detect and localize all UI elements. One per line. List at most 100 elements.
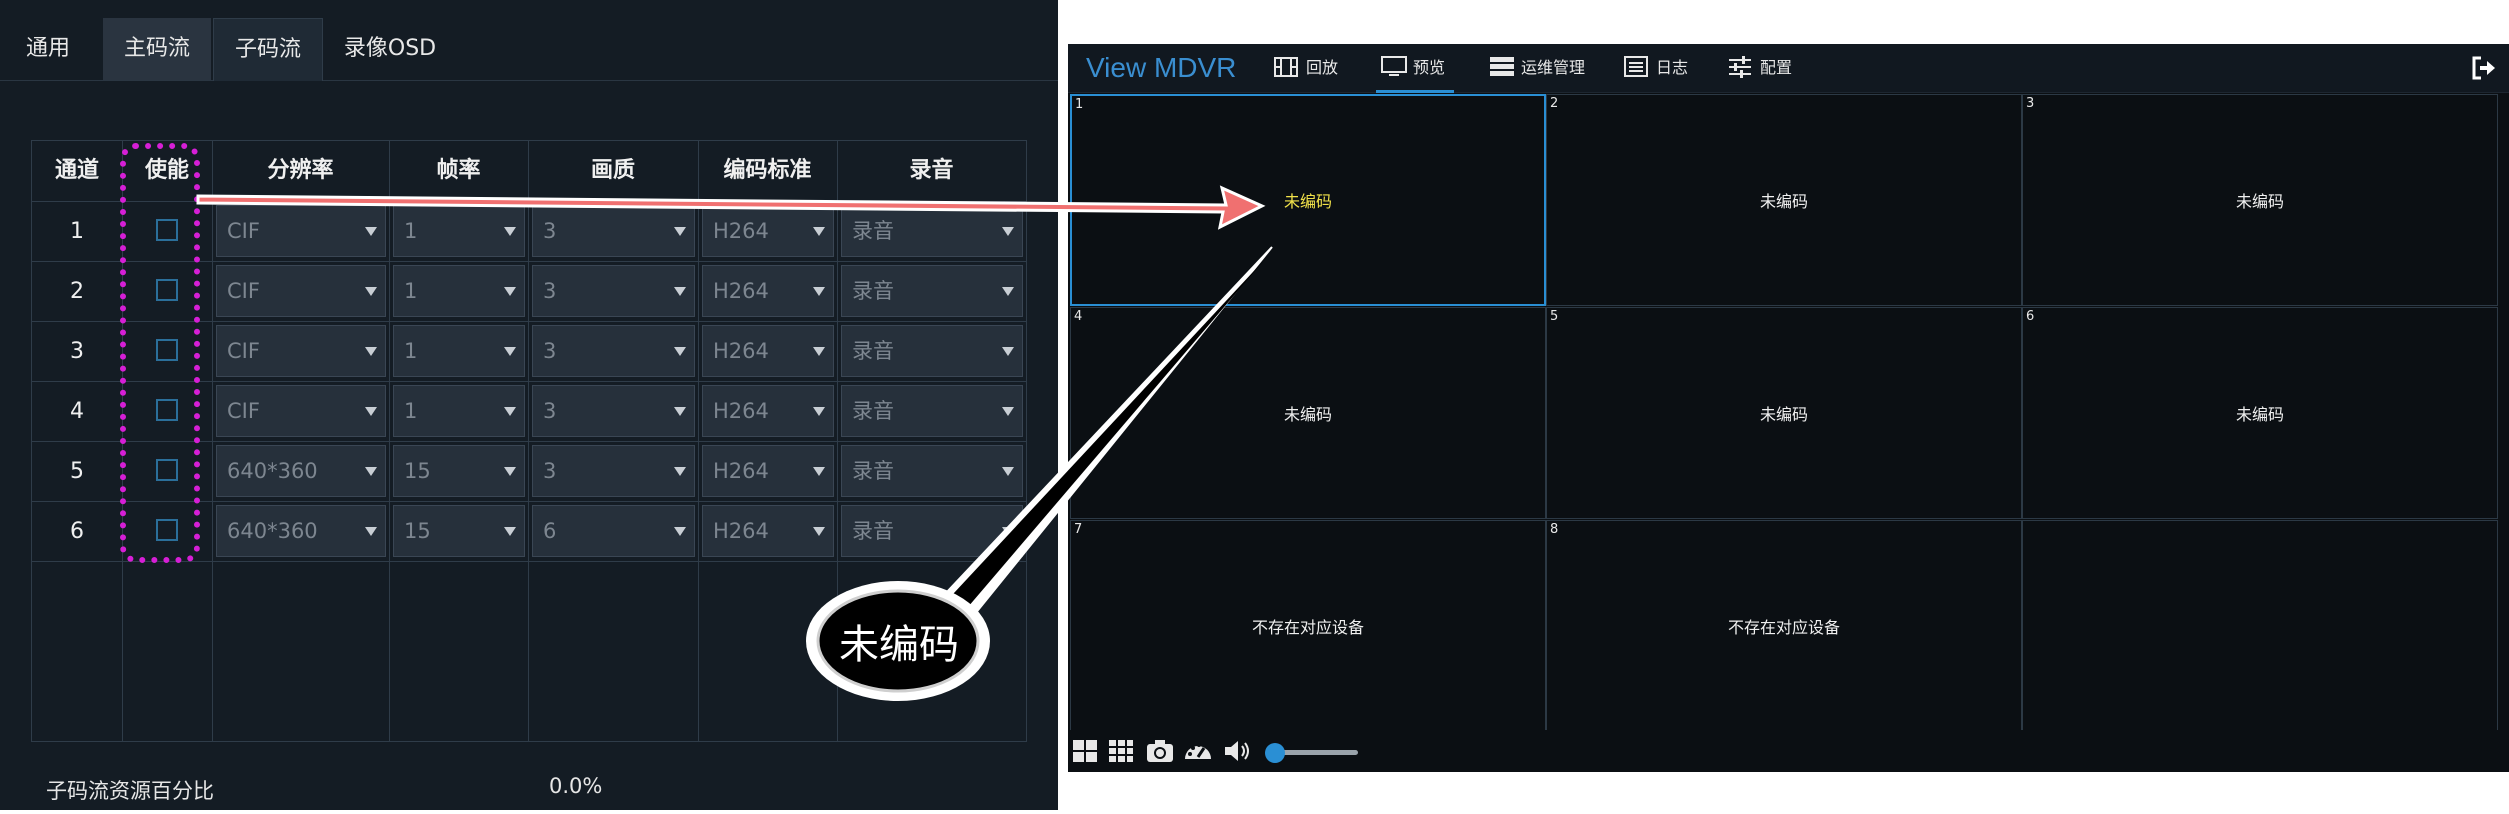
channel-number: 2 (70, 279, 84, 304)
camera-icon[interactable] (1146, 739, 1174, 763)
tab-main-stream[interactable]: 主码流 (103, 18, 211, 80)
framerate-select[interactable]: 1 (393, 265, 525, 317)
quality-select[interactable]: 3 (532, 445, 695, 497)
dropdown-arrow-icon (674, 467, 686, 476)
header-quality: 画质 (590, 158, 635, 183)
quality-select[interactable]: 3 (532, 325, 695, 377)
video-cell-status (2023, 521, 2497, 731)
quality-select[interactable]: 6 (532, 505, 695, 557)
video-cell-status: 未编码 (1759, 192, 1808, 211)
encoding-select-value: H264 (713, 459, 769, 483)
dropdown-arrow-icon (365, 347, 377, 356)
framerate-select-value: 15 (404, 519, 431, 543)
audio-select[interactable]: 录音 (841, 445, 1023, 497)
encoding-select[interactable]: H264 (702, 325, 834, 377)
quality-select[interactable]: 3 (532, 385, 695, 437)
video-cell[interactable]: 2 未编码 (1546, 94, 2022, 306)
tab-record-osd[interactable]: 录像OSD (330, 18, 450, 80)
encoding-select-value: H264 (713, 219, 769, 243)
framerate-select[interactable]: 1 (393, 385, 525, 437)
header-framerate: 帧率 (436, 158, 481, 183)
framerate-select-value: 1 (404, 339, 418, 363)
video-cell[interactable]: 5 未编码 (1546, 307, 2022, 519)
nav-preview-label: 预览 (1413, 58, 1446, 77)
mdvr-app: View MDVR 回放 预览 运维管理 日志 配置 1 未编码 2 未编码 3… (1068, 44, 2509, 772)
audio-select[interactable]: 录音 (841, 325, 1023, 377)
framerate-select[interactable]: 1 (393, 205, 525, 257)
audio-select[interactable]: 录音 (841, 505, 1023, 557)
dropdown-arrow-icon (365, 527, 377, 536)
logout-icon[interactable] (2471, 55, 2497, 81)
audio-select-value: 录音 (852, 399, 894, 423)
config-panel: 通用 主码流 子码流 录像OSD 通道 使能 分辨率 帧率 画质 编码标准 录音… (0, 0, 1058, 810)
resource-percent-label: 子码流资源百分比 (46, 779, 214, 803)
nav-log[interactable]: 日志 (1624, 44, 1704, 92)
nav-playback[interactable]: 回放 (1274, 44, 1354, 92)
audio-select-value: 录音 (852, 519, 894, 543)
tab-general[interactable]: 通用 (8, 18, 88, 80)
channel-number: 6 (70, 519, 84, 544)
video-cell[interactable]: 3 未编码 (2022, 94, 2498, 306)
quality-select-value: 6 (543, 519, 557, 543)
quality-select-value: 3 (543, 279, 557, 303)
encoding-select[interactable]: H264 (702, 445, 834, 497)
header-channel: 通道 (54, 158, 99, 183)
quality-select[interactable]: 3 (532, 205, 695, 257)
encoding-select[interactable]: H264 (702, 265, 834, 317)
audio-select[interactable]: 录音 (841, 385, 1023, 437)
top-nav: View MDVR 回放 预览 运维管理 日志 配置 (1068, 44, 2509, 93)
audio-select-value: 录音 (852, 459, 894, 483)
film-icon (1274, 57, 1298, 77)
grid-4-icon[interactable] (1072, 739, 1098, 763)
framerate-select[interactable]: 15 (393, 505, 525, 557)
dropdown-arrow-icon (813, 287, 825, 296)
nav-log-label: 日志 (1656, 58, 1689, 77)
framerate-select[interactable]: 1 (393, 325, 525, 377)
quality-select-value: 3 (543, 399, 557, 423)
channel-number: 1 (70, 219, 84, 244)
dropdown-arrow-icon (1002, 287, 1014, 296)
nav-preview[interactable]: 预览 (1381, 44, 1461, 92)
framerate-select[interactable]: 15 (393, 445, 525, 497)
dashboard-icon[interactable] (1183, 739, 1213, 763)
resolution-select[interactable]: CIF (216, 205, 386, 257)
video-cell[interactable]: 8 不存在对应设备 (1546, 520, 2022, 732)
framerate-select-value: 1 (404, 399, 418, 423)
video-cell[interactable]: 6 未编码 (2022, 307, 2498, 519)
video-cell[interactable]: 7 不存在对应设备 (1070, 520, 1546, 732)
video-cell[interactable]: 1 未编码 (1070, 94, 1546, 306)
resolution-select[interactable]: CIF (216, 325, 386, 377)
audio-select[interactable]: 录音 (841, 265, 1023, 317)
quality-select[interactable]: 3 (532, 265, 695, 317)
volume-slider-handle[interactable] (1264, 743, 1285, 763)
dropdown-arrow-icon (504, 407, 516, 416)
volume-icon[interactable] (1223, 739, 1251, 763)
resolution-select[interactable]: 640*360 (216, 505, 386, 557)
dropdown-arrow-icon (674, 527, 686, 536)
nav-config[interactable]: 配置 (1728, 44, 1808, 92)
audio-select[interactable]: 录音 (841, 205, 1023, 257)
resolution-select-value: CIF (227, 279, 260, 303)
encoding-select[interactable]: H264 (702, 385, 834, 437)
nav-ops-management[interactable]: 运维管理 (1489, 44, 1599, 92)
encoding-select[interactable]: H264 (702, 205, 834, 257)
video-cell[interactable]: 4 未编码 (1070, 307, 1546, 519)
quality-select-value: 3 (543, 459, 557, 483)
resolution-select[interactable]: 640*360 (216, 445, 386, 497)
resolution-select[interactable]: CIF (216, 385, 386, 437)
video-cell[interactable] (2022, 520, 2498, 732)
audio-select-value: 录音 (852, 219, 894, 243)
framerate-select-value: 15 (404, 459, 431, 483)
grid-9-icon[interactable] (1108, 739, 1134, 763)
encoding-select[interactable]: H264 (702, 505, 834, 557)
dropdown-arrow-icon (1002, 407, 1014, 416)
preview-toolbar (1068, 730, 2509, 772)
audio-select-value: 录音 (852, 279, 894, 303)
dropdown-arrow-icon (365, 467, 377, 476)
video-cell-status: 未编码 (1283, 405, 1332, 424)
channel-number: 4 (70, 399, 84, 424)
resolution-select[interactable]: CIF (216, 265, 386, 317)
tab-sub-stream[interactable]: 子码流 (213, 18, 323, 81)
resolution-select-value: 640*360 (227, 459, 318, 483)
framerate-select-value: 1 (404, 219, 418, 243)
